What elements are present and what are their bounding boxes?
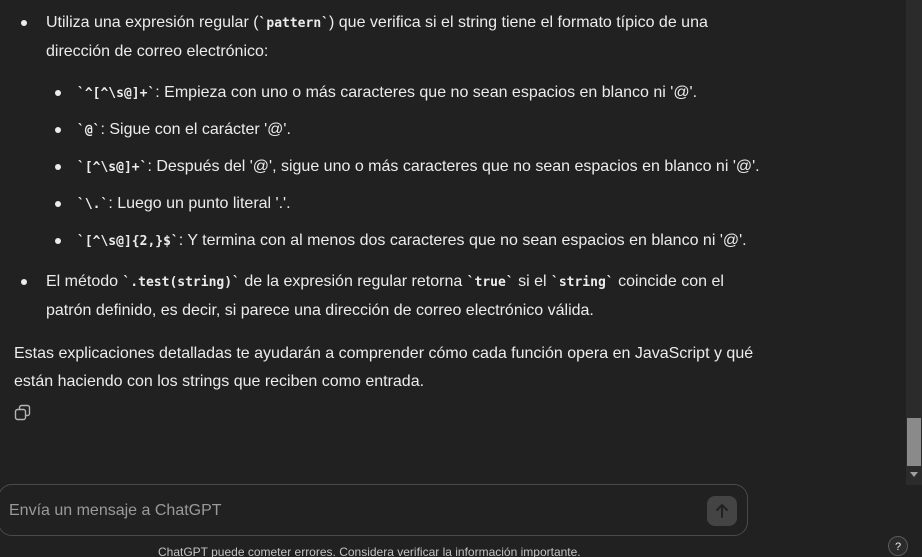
sub-list-item: `\.`: Luego un punto literal '.'. [0,190,760,218]
summary-paragraph: Estas explicaciones detalladas te ayudar… [14,340,754,396]
message-input[interactable] [7,497,691,525]
bullet-text: patrón definido, es decir, si parece una… [46,302,594,319]
inline-code: `[^\s@]{2,}$` [77,234,179,249]
inline-code: `string` [551,275,614,290]
bullet-text: ) que verifica si el string tiene el for… [329,14,708,31]
sub-item-text: : Empieza con uno o más caracteres que n… [155,84,698,101]
sub-item-text: : Sigue con el carácter '@'. [100,121,291,138]
sub-item-text: : Y termina con al menos dos caracteres … [178,232,747,249]
scroll-down-arrow-icon[interactable] [910,472,918,477]
sub-item-text: : Después del '@', sigue uno o más carac… [147,158,760,175]
bullet-text: El método [46,273,123,290]
bullet-dot [55,201,61,207]
inline-code: `.test(string)` [122,275,240,290]
bullet-text: Utiliza una expresión regular ( [46,14,259,31]
bullet-dot [21,20,27,26]
bullet-text: coincide con el [613,273,724,290]
scrollbar[interactable] [906,0,922,485]
sub-list: `^[^\s@]+`: Empieza con uno o más caract… [0,79,760,255]
list-item: El método `.test(string)` de la expresió… [0,255,760,325]
bullet-dot [55,90,61,96]
inline-code: `^[^\s@]+` [77,86,156,101]
inline-code: `true` [466,275,514,290]
bullet-line: El método `.test(string)` de la expresió… [0,255,760,325]
sub-list-item: `[^\s@]{2,}$`: Y termina con al menos do… [0,227,760,255]
summary-text: Estas explicaciones detalladas te ayudar… [14,345,754,362]
sub-item-text: : Luego un punto literal '.'. [108,195,291,212]
send-button[interactable] [707,496,737,526]
bullet-text: de la expresión regular retorna [239,273,467,290]
assistant-message: Utiliza una expresión regular (`pattern`… [0,0,760,325]
arrow-up-icon [716,504,728,518]
help-button[interactable]: ? [888,536,908,556]
sub-list-item: `^[^\s@]+`: Empieza con uno o más caract… [0,79,760,107]
bullet-text: si el [513,273,551,290]
summary-text: están haciendo con los strings que recib… [14,373,425,390]
copy-icon-graphic [14,404,31,421]
bullet-dot [55,127,61,133]
inline-code: `\.` [77,197,109,212]
scrollbar-thumb[interactable] [907,418,921,466]
inline-code: `@` [77,123,101,138]
explanation-list: Utiliza una expresión regular (`pattern`… [0,0,760,325]
inline-code: `pattern` [258,16,329,31]
list-item: Utiliza una expresión regular (`pattern`… [0,0,760,255]
sub-list-item: `[^\s@]+`: Después del '@', sigue uno o … [0,153,760,181]
disclaimer-text: ChatGPT puede cometer errores. Considera… [158,545,581,557]
bullet-dot [55,238,61,244]
bullet-text: dirección de correo electrónico: [46,43,269,60]
copy-icon[interactable] [14,404,32,422]
inline-code: `[^\s@]+` [77,160,148,175]
sub-list-item: `@`: Sigue con el carácter '@'. [0,116,760,144]
chat-page: Utiliza una expresión regular (`pattern`… [0,0,922,557]
bullet-line: Utiliza una expresión regular (`pattern`… [0,0,760,66]
bullet-dot [21,279,27,285]
message-composer [0,484,748,536]
bullet-dot [55,164,61,170]
